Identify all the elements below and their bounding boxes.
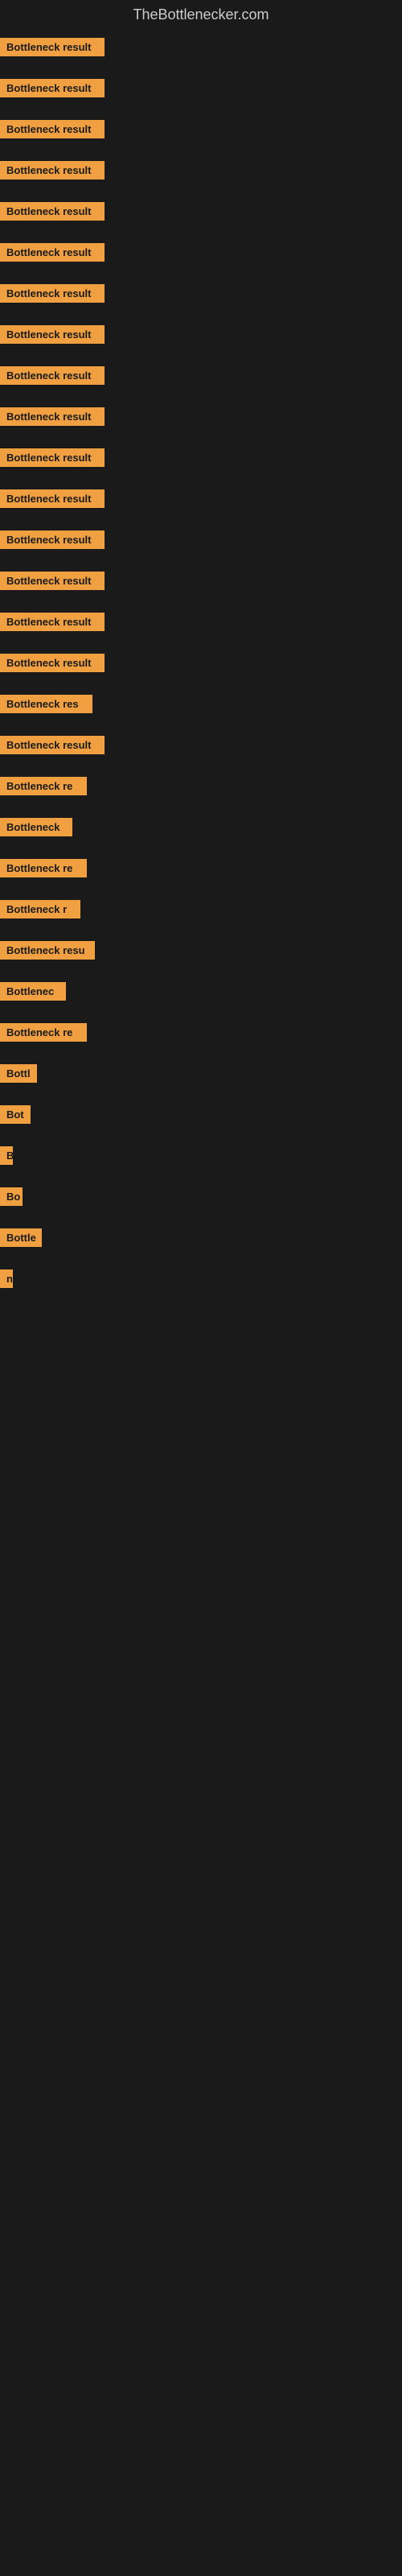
bottleneck-bar-8[interactable]: Bottleneck result [0, 366, 402, 385]
bottleneck-bar-22[interactable]: Bottleneck resu [0, 941, 402, 960]
bottleneck-bar-2[interactable]: Bottleneck result [0, 120, 402, 138]
bottleneck-bar-5[interactable]: Bottleneck result [0, 243, 402, 262]
bar-section-9: Bottleneck result [0, 396, 402, 437]
bottleneck-label-29: Bottle [0, 1228, 42, 1247]
bottleneck-bar-15[interactable]: Bottleneck result [0, 654, 402, 672]
bottleneck-label-22: Bottleneck resu [0, 941, 95, 960]
bottleneck-bar-21[interactable]: Bottleneck r [0, 900, 402, 919]
bottleneck-label-2: Bottleneck result [0, 120, 105, 138]
bottleneck-bar-0[interactable]: Bottleneck result [0, 38, 402, 56]
bottleneck-bar-10[interactable]: Bottleneck result [0, 448, 402, 467]
bottleneck-label-3: Bottleneck result [0, 161, 105, 180]
bottleneck-bar-19[interactable]: Bottleneck [0, 818, 402, 836]
bar-section-29: Bottle [0, 1217, 402, 1258]
bottleneck-label-14: Bottleneck result [0, 613, 105, 631]
bottleneck-bar-25[interactable]: Bottl [0, 1064, 402, 1083]
bar-section-8: Bottleneck result [0, 355, 402, 396]
bottleneck-bar-14[interactable]: Bottleneck result [0, 613, 402, 631]
bar-section-6: Bottleneck result [0, 273, 402, 314]
bar-section-11: Bottleneck result [0, 478, 402, 519]
bottleneck-label-17: Bottleneck result [0, 736, 105, 754]
bar-section-19: Bottleneck [0, 807, 402, 848]
bar-section-28: Bo [0, 1176, 402, 1217]
bar-section-18: Bottleneck re [0, 766, 402, 807]
bottleneck-bar-3[interactable]: Bottleneck result [0, 161, 402, 180]
bottleneck-bar-17[interactable]: Bottleneck result [0, 736, 402, 754]
bottleneck-label-12: Bottleneck result [0, 530, 105, 549]
bottleneck-label-18: Bottleneck re [0, 777, 87, 795]
bar-section-20: Bottleneck re [0, 848, 402, 889]
bottleneck-label-16: Bottleneck res [0, 695, 92, 713]
bar-section-7: Bottleneck result [0, 314, 402, 355]
bottleneck-label-0: Bottleneck result [0, 38, 105, 56]
bar-section-3: Bottleneck result [0, 150, 402, 191]
bar-section-16: Bottleneck res [0, 683, 402, 724]
site-title: TheBottlenecker.com [0, 0, 402, 27]
bottleneck-label-1: Bottleneck result [0, 79, 105, 97]
bottleneck-label-20: Bottleneck re [0, 859, 87, 877]
bar-section-1: Bottleneck result [0, 68, 402, 109]
bottleneck-bar-4[interactable]: Bottleneck result [0, 202, 402, 221]
bottleneck-label-5: Bottleneck result [0, 243, 105, 262]
bottleneck-label-24: Bottleneck re [0, 1023, 87, 1042]
bottleneck-bar-24[interactable]: Bottleneck re [0, 1023, 402, 1042]
bottleneck-bar-11[interactable]: Bottleneck result [0, 489, 402, 508]
bar-section-30: n [0, 1258, 402, 1299]
bar-section-12: Bottleneck result [0, 519, 402, 560]
bottleneck-bar-12[interactable]: Bottleneck result [0, 530, 402, 549]
bottleneck-label-30: n [0, 1269, 13, 1288]
bar-section-4: Bottleneck result [0, 191, 402, 232]
bar-section-2: Bottleneck result [0, 109, 402, 150]
bar-section-21: Bottleneck r [0, 889, 402, 930]
bottleneck-label-21: Bottleneck r [0, 900, 80, 919]
bottleneck-bar-1[interactable]: Bottleneck result [0, 79, 402, 97]
bottleneck-label-7: Bottleneck result [0, 325, 105, 344]
bottleneck-label-15: Bottleneck result [0, 654, 105, 672]
bar-section-14: Bottleneck result [0, 601, 402, 642]
bottleneck-bar-6[interactable]: Bottleneck result [0, 284, 402, 303]
bottleneck-bar-7[interactable]: Bottleneck result [0, 325, 402, 344]
bottleneck-bar-30[interactable]: n [0, 1269, 402, 1288]
bottleneck-bar-16[interactable]: Bottleneck res [0, 695, 402, 713]
bar-section-23: Bottlenec [0, 971, 402, 1012]
bar-section-25: Bottl [0, 1053, 402, 1094]
bottleneck-label-26: Bot [0, 1105, 31, 1124]
bottleneck-label-6: Bottleneck result [0, 284, 105, 303]
bottleneck-label-27: B [0, 1146, 13, 1165]
bottleneck-label-28: Bo [0, 1187, 23, 1206]
bottleneck-label-8: Bottleneck result [0, 366, 105, 385]
bottleneck-label-11: Bottleneck result [0, 489, 105, 508]
bottleneck-bar-13[interactable]: Bottleneck result [0, 572, 402, 590]
bottleneck-bar-26[interactable]: Bot [0, 1105, 402, 1124]
bar-section-10: Bottleneck result [0, 437, 402, 478]
bar-section-5: Bottleneck result [0, 232, 402, 273]
bar-section-24: Bottleneck re [0, 1012, 402, 1053]
bar-section-15: Bottleneck result [0, 642, 402, 683]
bottleneck-bar-18[interactable]: Bottleneck re [0, 777, 402, 795]
bottleneck-label-10: Bottleneck result [0, 448, 105, 467]
bottleneck-label-23: Bottlenec [0, 982, 66, 1001]
bottleneck-label-4: Bottleneck result [0, 202, 105, 221]
bar-section-17: Bottleneck result [0, 724, 402, 766]
bar-section-26: Bot [0, 1094, 402, 1135]
bottleneck-bar-29[interactable]: Bottle [0, 1228, 402, 1247]
bar-section-27: B [0, 1135, 402, 1176]
bottleneck-label-25: Bottl [0, 1064, 37, 1083]
bar-section-0: Bottleneck result [0, 27, 402, 68]
bottleneck-bar-28[interactable]: Bo [0, 1187, 402, 1206]
bottleneck-label-9: Bottleneck result [0, 407, 105, 426]
bottleneck-label-19: Bottleneck [0, 818, 72, 836]
bar-section-13: Bottleneck result [0, 560, 402, 601]
bar-section-22: Bottleneck resu [0, 930, 402, 971]
bottleneck-label-13: Bottleneck result [0, 572, 105, 590]
bottleneck-bar-20[interactable]: Bottleneck re [0, 859, 402, 877]
bottleneck-bar-27[interactable]: B [0, 1146, 402, 1165]
bottleneck-bar-23[interactable]: Bottlenec [0, 982, 402, 1001]
bottleneck-bar-9[interactable]: Bottleneck result [0, 407, 402, 426]
